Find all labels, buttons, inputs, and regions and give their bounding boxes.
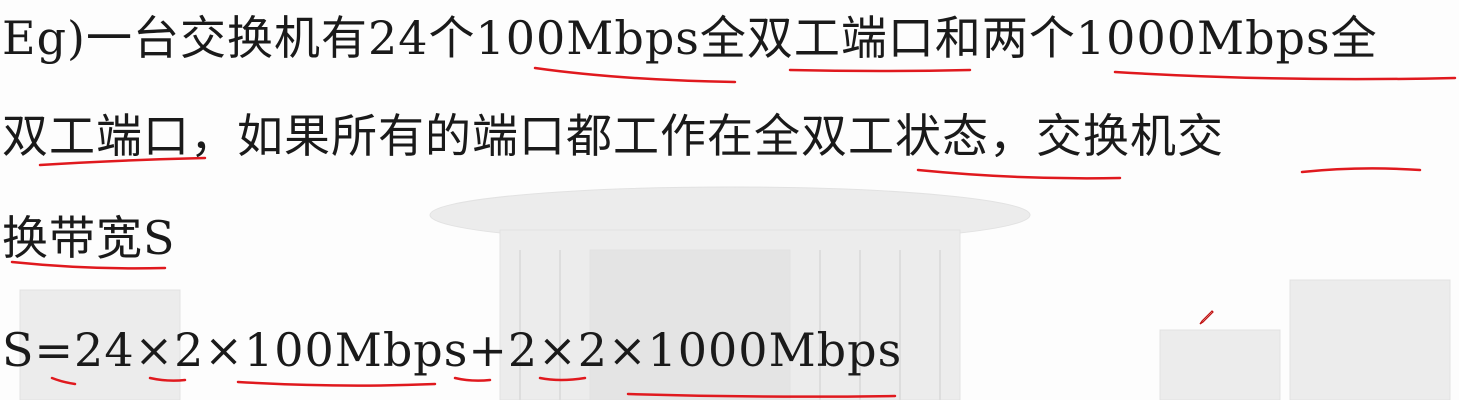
problem-line-1: Eg)一台交换机有24个100Mbps全双工端口和两个1000Mbps全 [2,11,1378,65]
problem-line-3: 换带宽S [2,211,176,265]
pen-cursor-icon [1199,310,1214,325]
formula-line: S=24×2×100Mbps+2×2×1000Mbps [2,323,903,377]
problem-line-2: 双工端口，如果所有的端口都工作在全双工状态，交换机交 [2,109,1224,163]
